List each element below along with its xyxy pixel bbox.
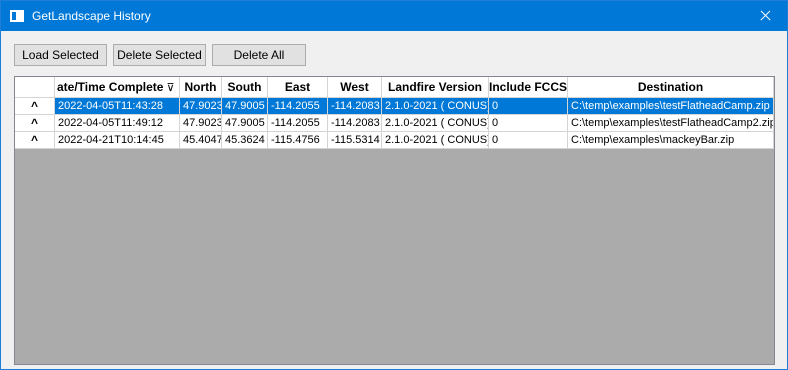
cell-include-fccs[interactable]: 0 [489,98,568,115]
column-header-east[interactable]: East [268,77,328,98]
cell-west[interactable]: -114.2083 [328,98,382,115]
cell-south[interactable]: 45.3624 [222,132,268,149]
row-header[interactable]: ^ [15,115,55,132]
history-grid[interactable]: ate/Time Complete ⊽ North South East West Lan… [14,76,775,365]
grid-content: ate/Time Complete ⊽ North South East West Lan… [15,77,774,364]
cell-south[interactable]: 47.9005 [222,115,268,132]
column-header-north[interactable]: North [180,77,222,98]
column-header-include-fccs[interactable]: Include FCCS [489,77,568,98]
cell-west[interactable]: -115.5314 [328,132,382,149]
column-header-datetime[interactable]: ate/Time Complete ⊽ [55,77,180,98]
getlandscape-history-window: GetLandscape History Load Selected Delet… [0,0,788,370]
cell-destination[interactable]: C:\temp\examples\testFlatheadCamp.zip [568,98,774,115]
column-header-landfire-version[interactable]: Landfire Version [382,77,489,98]
cell-include-fccs[interactable]: 0 [489,115,568,132]
title-bar[interactable]: GetLandscape History [1,1,787,31]
load-selected-button[interactable]: Load Selected [14,44,107,66]
cell-north[interactable]: 47.9023 [180,115,222,132]
window-title: GetLandscape History [32,9,151,23]
sort-descending-icon: ⊽ [163,82,175,94]
grid-corner-header[interactable] [15,77,55,98]
delete-selected-button[interactable]: Delete Selected [113,44,206,66]
cell-south[interactable]: 47.9005 [222,98,268,115]
cell-datetime[interactable]: 2022-04-05T11:43:28 [55,98,180,115]
column-header-west[interactable]: West [328,77,382,98]
cell-destination[interactable]: C:\temp\examples\testFlatheadCamp2.zip [568,115,774,132]
close-icon[interactable] [741,1,787,31]
cell-landfire-version[interactable]: 2.1.0-2021 ( CONUS) [382,98,489,115]
cell-landfire-version[interactable]: 2.1.0-2021 ( CONUS) [382,132,489,149]
column-header-label: Include FCCS [489,80,568,94]
cell-destination[interactable]: C:\temp\examples\mackeyBar.zip [568,132,774,149]
cell-west[interactable]: -114.2083 [328,115,382,132]
column-header-label: South [227,80,262,94]
column-header-label: Destination [637,80,704,94]
cell-east[interactable]: -115.4756 [268,132,328,149]
cell-datetime[interactable]: 2022-04-21T10:14:45 [55,132,180,149]
column-header-destination[interactable]: Destination [568,77,774,98]
column-header-label: West [340,80,369,94]
row-header[interactable]: ^ [15,132,55,149]
column-header-south[interactable]: South [222,77,268,98]
column-header-label: ate/Time Complete [57,80,164,94]
cell-north[interactable]: 47.9023 [180,98,222,115]
column-header-label: Landfire Version [387,80,483,94]
window-icon [10,10,24,22]
cell-include-fccs[interactable]: 0 [489,132,568,149]
row-header[interactable]: ^ [15,98,55,115]
cell-east[interactable]: -114.2055 [268,98,328,115]
cell-landfire-version[interactable]: 2.1.0-2021 ( CONUS) [382,115,489,132]
cell-north[interactable]: 45.4047 [180,132,222,149]
column-header-label: East [284,80,311,94]
cell-east[interactable]: -114.2055 [268,115,328,132]
column-header-label: North [184,80,217,94]
cell-datetime[interactable]: 2022-04-05T11:49:12 [55,115,180,132]
delete-all-button[interactable]: Delete All [212,44,306,66]
